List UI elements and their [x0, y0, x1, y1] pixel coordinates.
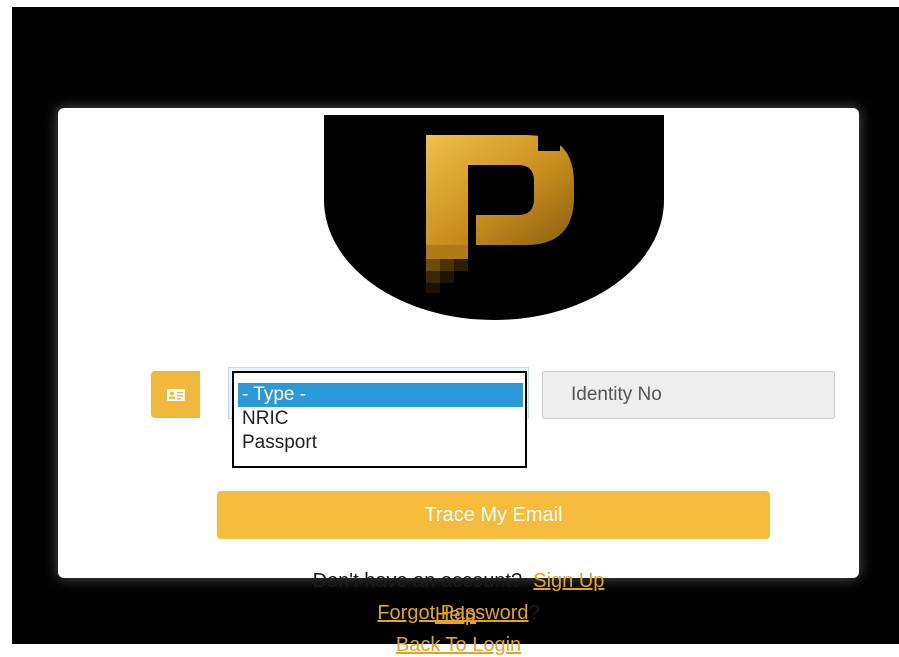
back-to-login-link[interactable]: Back To Login — [396, 634, 521, 656]
help-link[interactable]: Help — [435, 604, 476, 626]
id-type-addon — [151, 371, 200, 418]
help-line: Help — [12, 604, 899, 627]
id-type-dropdown-list: - Type - NRIC Passport — [232, 371, 527, 468]
option-nric[interactable]: NRIC — [238, 407, 523, 431]
p-logo-icon — [426, 135, 574, 293]
id-card-icon — [166, 388, 185, 401]
logo-badge — [324, 115, 664, 320]
option-type-placeholder[interactable]: - Type - — [238, 383, 523, 407]
option-passport[interactable]: Passport — [238, 431, 523, 455]
sign-up-link[interactable]: Sign Up — [533, 570, 604, 592]
page-background: - Type - NRIC Passport Trace My Email Do… — [12, 7, 899, 656]
signup-line: Don't have an account? Sign Up — [58, 570, 859, 593]
back-line: Back To Login — [58, 634, 859, 657]
identity-no-input[interactable] — [542, 371, 835, 419]
trace-my-email-button[interactable]: Trace My Email — [217, 491, 770, 539]
trace-email-card: - Type - NRIC Passport Trace My Email Do… — [58, 108, 859, 656]
no-account-text: Don't have an account? — [312, 570, 523, 592]
